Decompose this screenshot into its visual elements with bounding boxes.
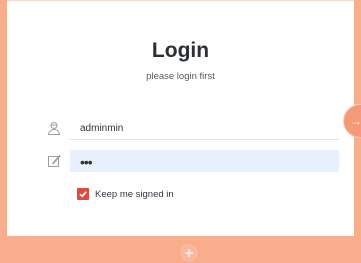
plus-icon — [185, 249, 193, 257]
keep-signed-in-label: Keep me signed in — [95, 188, 174, 200]
page-subtitle: please login first — [146, 71, 215, 82]
add-button[interactable] — [180, 244, 198, 262]
login-screen: Login please login first Ke — [0, 0, 361, 263]
checkmark-icon — [79, 191, 87, 198]
user-icon — [47, 121, 61, 135]
username-input[interactable] — [70, 118, 339, 140]
pencil-icon — [47, 154, 61, 168]
keep-signed-in-toggle[interactable]: Keep me signed in — [77, 188, 174, 200]
keep-signed-in-checkbox[interactable] — [77, 188, 89, 200]
password-input[interactable] — [70, 150, 339, 172]
page-title: Login — [151, 39, 210, 62]
arrow-right-icon: → — [350, 114, 361, 128]
login-card: Login please login first Ke — [7, 0, 354, 236]
